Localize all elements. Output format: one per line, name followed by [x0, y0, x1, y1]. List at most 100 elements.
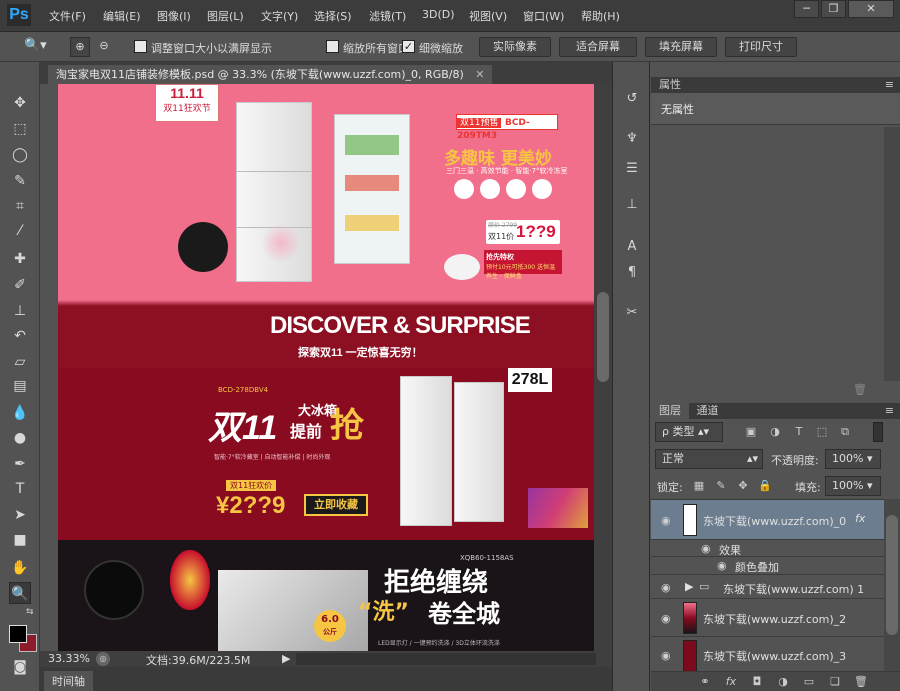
- brush-settings-icon[interactable]: ♆: [621, 128, 643, 150]
- panel-menu-icon[interactable]: ≡: [885, 77, 900, 93]
- filter-smart-icon[interactable]: ⧉: [837, 424, 853, 440]
- document-canvas[interactable]: 11.11 双11狂欢节 双11预售 BCD-209TM3 多趣味 更美妙 三门…: [58, 84, 594, 651]
- fit-screen-button[interactable]: 适合屏幕: [559, 37, 637, 57]
- status-menu-arrow-icon[interactable]: ▶: [282, 652, 290, 665]
- scrollbar-thumb[interactable]: [597, 292, 609, 382]
- canvas-horizontal-scrollbar[interactable]: [296, 653, 596, 665]
- type-tool-icon[interactable]: T: [9, 478, 31, 500]
- character-icon[interactable]: A: [621, 236, 643, 258]
- visibility-eye-icon[interactable]: ◉: [661, 514, 671, 527]
- menu-select[interactable]: 选择(S): [314, 8, 352, 24]
- fill-input[interactable]: 100% ▾: [825, 476, 881, 496]
- shape-tool-icon[interactable]: ■: [9, 529, 31, 551]
- menu-edit[interactable]: 编辑(E): [103, 8, 141, 24]
- eraser-tool-icon[interactable]: ▱: [9, 351, 31, 373]
- zoom-tool-icon[interactable]: 🔍: [9, 582, 31, 604]
- lock-pixels-icon[interactable]: ✎: [713, 478, 729, 494]
- menu-layer[interactable]: 图层(L): [207, 8, 244, 24]
- layer-row-2[interactable]: ◉ 东坡下载(www.uzzf.com)_2: [651, 599, 884, 637]
- layers-tab[interactable]: 图层: [651, 403, 689, 419]
- add-mask-icon[interactable]: ◘: [749, 674, 765, 690]
- pen-tool-icon[interactable]: ✒: [9, 453, 31, 475]
- menu-filter[interactable]: 滤镜(T): [369, 8, 406, 24]
- effects-eye-icon[interactable]: ◉: [701, 542, 711, 555]
- brush-tool-icon[interactable]: ✐: [9, 274, 31, 296]
- minimize-button[interactable]: ─: [794, 0, 819, 18]
- crop-tool-icon[interactable]: ⌗: [9, 195, 31, 217]
- layer-name-0[interactable]: 东坡下载(www.uzzf.com)_0: [703, 513, 846, 529]
- filter-shape-icon[interactable]: ⬚: [814, 424, 830, 440]
- print-size-button[interactable]: 打印尺寸: [725, 37, 797, 57]
- zoom-all-checkbox[interactable]: [326, 40, 339, 53]
- hand-tool-icon[interactable]: ✋: [9, 557, 31, 579]
- lock-transparent-icon[interactable]: ▦: [691, 478, 707, 494]
- restore-button[interactable]: ❐: [821, 0, 846, 18]
- menu-help[interactable]: 帮助(H): [581, 8, 620, 24]
- layer-name-3[interactable]: 东坡下载(www.uzzf.com)_3: [703, 648, 846, 664]
- fill-screen-button[interactable]: 填充屏幕: [645, 37, 717, 57]
- layers-scroll-thumb[interactable]: [886, 515, 898, 635]
- overlay-eye-icon[interactable]: ◉: [717, 559, 727, 572]
- group-eye-icon[interactable]: ◉: [661, 581, 671, 594]
- delete-layer-icon[interactable]: 🗑: [853, 674, 869, 690]
- layer-name-2[interactable]: 东坡下载(www.uzzf.com)_2: [703, 611, 846, 627]
- menu-file[interactable]: 文件(F): [49, 8, 86, 24]
- quick-select-tool-icon[interactable]: ✎: [9, 170, 31, 192]
- opacity-input[interactable]: 100% ▾: [825, 449, 881, 469]
- layer-group-row[interactable]: ◉ ▶ ▭ 东坡下载(www.uzzf.com) 1: [651, 575, 884, 599]
- lock-all-icon[interactable]: 🔒: [757, 478, 773, 494]
- menu-3d[interactable]: 3D(D): [422, 8, 455, 21]
- lasso-tool-icon[interactable]: ◯: [9, 144, 31, 166]
- status-info-icon[interactable]: ◎: [96, 652, 110, 666]
- zoom-tool-preset-icon[interactable]: 🔍▾: [24, 38, 52, 56]
- zoom-in-icon[interactable]: ⊕: [70, 37, 90, 57]
- close-window-button[interactable]: ✕: [848, 0, 894, 18]
- link-layers-icon[interactable]: ⚭: [697, 674, 713, 690]
- group-expand-icon[interactable]: ▶: [685, 580, 693, 593]
- layer-filter-select[interactable]: ρ 类型 ▴▾: [655, 422, 723, 442]
- canvas-vertical-scrollbar[interactable]: [594, 84, 612, 651]
- layer-effects-row[interactable]: ◉ 效果: [651, 540, 884, 557]
- history-icon[interactable]: ↺: [621, 88, 643, 110]
- menu-window[interactable]: 窗口(W): [523, 8, 564, 24]
- zoom-level[interactable]: 33.33%: [48, 652, 90, 665]
- layer-name-group[interactable]: 东坡下载(www.uzzf.com) 1: [723, 581, 864, 597]
- gradient-tool-icon[interactable]: ▤: [9, 375, 31, 397]
- blend-mode-select[interactable]: 正常 ▴▾: [655, 449, 763, 469]
- filter-adjustment-icon[interactable]: ◑: [767, 424, 783, 440]
- menu-type[interactable]: 文字(Y): [261, 8, 298, 24]
- clone-stamp-tool-icon[interactable]: ⊥: [9, 300, 31, 322]
- properties-scrollbar[interactable]: [884, 127, 900, 381]
- new-group-icon[interactable]: ▭: [801, 674, 817, 690]
- filter-pixel-icon[interactable]: ▣: [743, 424, 759, 440]
- dodge-tool-icon[interactable]: ●: [9, 427, 31, 449]
- eyedropper-tool-icon[interactable]: ⁄: [9, 220, 31, 242]
- document-tab[interactable]: 淘宝家电双11店铺装修模板.psd @ 33.3% (东坡下载(www.uzzf…: [48, 65, 493, 84]
- quick-mask-icon[interactable]: ◙: [9, 656, 31, 678]
- menu-view[interactable]: 视图(V): [469, 8, 507, 24]
- marquee-tool-icon[interactable]: ⬚: [9, 118, 31, 140]
- zoom-out-icon[interactable]: ⊖: [94, 37, 114, 57]
- resize-windows-checkbox[interactable]: [134, 40, 147, 53]
- new-adjustment-icon[interactable]: ◑: [775, 674, 791, 690]
- layer2-eye-icon[interactable]: ◉: [661, 612, 671, 625]
- timeline-tab[interactable]: 时间轴: [44, 671, 93, 691]
- adjustments-icon[interactable]: ☰: [621, 158, 643, 180]
- properties-delete-icon[interactable]: 🗑: [853, 383, 867, 396]
- layers-scrollbar[interactable]: [884, 499, 900, 671]
- menu-image[interactable]: 图像(I): [157, 8, 191, 24]
- move-tool-icon[interactable]: ✥: [9, 92, 31, 114]
- layer-fx-icon[interactable]: fx: [855, 512, 865, 525]
- blur-tool-icon[interactable]: 💧: [9, 402, 31, 424]
- channels-tab[interactable]: 通道: [693, 404, 719, 417]
- swap-colors-icon[interactable]: ⇆: [26, 607, 34, 617]
- filter-type-icon[interactable]: T: [791, 424, 807, 440]
- layer3-eye-icon[interactable]: ◉: [661, 649, 671, 662]
- properties-tab[interactable]: 属性: [651, 78, 681, 91]
- layer-row-3[interactable]: ◉ 东坡下载(www.uzzf.com)_3: [651, 637, 884, 672]
- scrubby-zoom-checkbox[interactable]: ✓: [402, 40, 415, 53]
- tools-preset-icon[interactable]: ✂: [621, 302, 643, 324]
- healing-brush-tool-icon[interactable]: ✚: [9, 248, 31, 270]
- actual-pixels-button[interactable]: 实际像素: [479, 37, 551, 57]
- new-layer-icon[interactable]: ❏: [827, 674, 843, 690]
